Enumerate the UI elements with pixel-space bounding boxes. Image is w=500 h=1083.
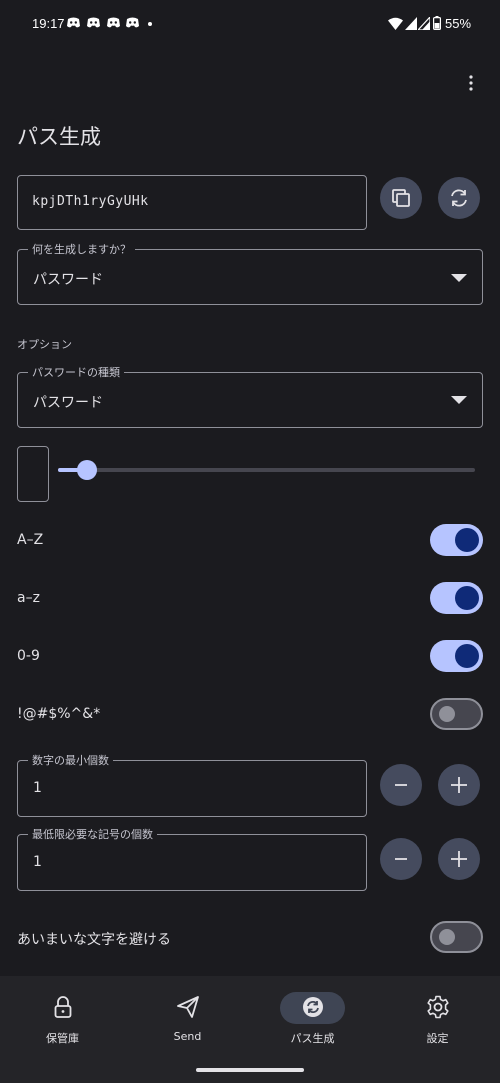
copy-icon xyxy=(392,189,410,207)
toggle-label-lowercase: a–z xyxy=(17,590,40,606)
signal-icon xyxy=(418,17,430,30)
nav-label-send: Send xyxy=(173,1030,202,1043)
nav-item-vault[interactable]: 保管庫 xyxy=(0,976,125,1076)
nav-item-generator[interactable]: パス生成 xyxy=(250,976,375,1076)
toggle-label-special: !@#$%^&* xyxy=(17,706,101,722)
nav-item-send[interactable]: Send xyxy=(125,976,250,1076)
more-options-icon[interactable] xyxy=(462,74,480,92)
dropdown-arrow-icon xyxy=(451,274,467,282)
min-special-legend: 最低限必要な記号の個数 xyxy=(28,826,157,842)
nav-label-generator: パス生成 xyxy=(290,1032,335,1045)
avoid-ambiguous-toggle[interactable] xyxy=(430,921,483,953)
password-type-value: パスワード xyxy=(33,395,103,411)
nav-label-vault: 保管庫 xyxy=(46,1032,79,1045)
regenerate-button[interactable] xyxy=(438,177,480,219)
discord-notification-icon xyxy=(67,17,80,28)
generated-password-value: kpjDTh1ryGyUHk xyxy=(32,194,149,209)
lock-icon xyxy=(54,996,72,1018)
min-special-field[interactable] xyxy=(17,834,367,891)
min-numbers-value: 1 xyxy=(33,780,42,796)
toggle-label-numbers: 0-9 xyxy=(17,648,40,664)
options-section-label: オプション xyxy=(17,338,72,351)
min-numbers-legend: 数字の最小個数 xyxy=(28,752,113,768)
avoid-ambiguous-label: あいまいな文字を避ける xyxy=(17,932,171,948)
special-chars-toggle[interactable] xyxy=(430,698,483,730)
min-special-decrement-button[interactable] xyxy=(380,838,422,880)
send-icon xyxy=(177,996,199,1018)
min-numbers-decrement-button[interactable] xyxy=(380,764,422,806)
status-bar: 19:17 55% xyxy=(0,0,500,48)
numbers-toggle[interactable] xyxy=(430,640,483,672)
min-special-value: 1 xyxy=(33,854,42,870)
password-type-legend: パスワードの種類 xyxy=(28,364,124,380)
length-slider-thumb[interactable] xyxy=(77,460,98,480)
dropdown-arrow-icon xyxy=(451,396,467,404)
plus-icon xyxy=(451,777,467,793)
signal-icon xyxy=(405,17,417,30)
discord-notification-icon xyxy=(107,17,120,28)
toggle-label-uppercase: A–Z xyxy=(17,532,44,548)
nav-item-settings[interactable]: 設定 xyxy=(375,976,500,1076)
length-slider[interactable] xyxy=(58,468,475,472)
battery-icon xyxy=(433,16,441,30)
min-special-increment-button[interactable] xyxy=(438,838,480,880)
refresh-icon xyxy=(451,189,467,207)
status-time: 19:17 xyxy=(32,16,65,31)
battery-percent: 55% xyxy=(445,16,472,31)
copy-button[interactable] xyxy=(380,177,422,219)
length-input[interactable] xyxy=(17,446,49,502)
bottom-navigation: 保管庫 Send パス生成 設定 xyxy=(0,976,500,1083)
nav-label-settings: 設定 xyxy=(426,1032,449,1045)
discord-notification-icon xyxy=(126,17,139,28)
lowercase-toggle[interactable] xyxy=(430,582,483,614)
discord-notification-icon xyxy=(87,17,100,28)
page-title: パス生成 xyxy=(17,125,101,149)
plus-icon xyxy=(451,851,467,867)
more-notifications-dot xyxy=(148,22,152,26)
generator-icon xyxy=(303,997,323,1017)
uppercase-toggle[interactable] xyxy=(430,524,483,556)
min-numbers-field[interactable] xyxy=(17,760,367,817)
min-numbers-increment-button[interactable] xyxy=(438,764,480,806)
gear-icon xyxy=(427,995,449,1019)
minus-icon xyxy=(395,858,407,860)
minus-icon xyxy=(395,784,407,786)
generate-type-legend: 何を生成しますか？ xyxy=(28,241,135,257)
wifi-icon xyxy=(388,17,403,30)
home-indicator[interactable] xyxy=(196,1068,304,1072)
generate-type-value: パスワード xyxy=(33,272,103,288)
